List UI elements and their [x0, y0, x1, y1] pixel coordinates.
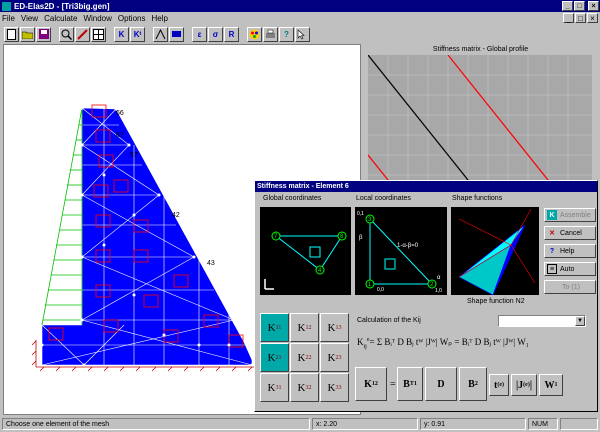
status-bar: Choose one element of the mesh x: 2.20 y… — [0, 416, 600, 432]
origin-label: 0,0 — [377, 287, 384, 293]
mdi-maximize-button[interactable]: □ — [575, 13, 586, 23]
k31-cell[interactable]: K 31 — [260, 373, 289, 402]
global-coords-panel: 7 8 4 — [260, 207, 351, 295]
global-profile-title: Stiffness matrix - Global profile — [432, 46, 529, 53]
shape-functions-label: Shape functions — [452, 195, 503, 202]
k21-cell[interactable]: K 21 — [260, 343, 289, 372]
k11-cell[interactable]: K 11 — [260, 313, 289, 342]
pen-icon[interactable] — [75, 26, 90, 42]
shape-function-caption: Shape function N2 — [467, 298, 525, 305]
k22-cell[interactable]: K 22 — [290, 343, 319, 372]
help-icon: ? — [549, 247, 555, 255]
node-label: 42 — [172, 212, 180, 219]
dialog-title: Stiffness matrix - Element 6 — [257, 183, 349, 190]
node-label: 43 — [207, 260, 215, 267]
menu-window[interactable]: Window — [83, 14, 111, 23]
node-label: 67 — [116, 132, 124, 139]
kij-calc-label: Calculation of the Kij — [357, 317, 421, 324]
dialog-title-bar: Stiffness matrix - Element 6 — [255, 181, 597, 192]
kij-formula: Kije= Σ Bᵢᵀ D Bⱼ tᵂ |Jᵂ| Wₚ = Bᵢᵀ D Bⱼ t… — [357, 337, 529, 350]
zoom-icon[interactable] — [59, 26, 74, 42]
k12-matrix-button[interactable]: K 12 — [355, 367, 387, 401]
maximize-button[interactable]: □ — [574, 1, 585, 11]
menu-help[interactable]: Help — [151, 14, 167, 23]
support-icon[interactable] — [169, 26, 184, 42]
help-button-dialog[interactable]: ? Help — [544, 244, 596, 258]
node-label: 57 — [130, 152, 138, 159]
menu-bar: File View Calculate Window Options Help … — [0, 12, 600, 24]
k23-cell[interactable]: K 23 — [320, 343, 349, 372]
menu-options[interactable]: Options — [118, 14, 146, 23]
cancel-icon: ✕ — [549, 230, 555, 237]
save-icon[interactable] — [36, 26, 51, 42]
status-blank — [560, 418, 598, 430]
status-y: y: 0.91 — [420, 418, 526, 430]
to-one-button[interactable]: To (1) — [544, 280, 596, 294]
status-x: x: 2.20 — [312, 418, 418, 430]
k12-cell[interactable]: K 12 — [290, 313, 319, 342]
jacobian-button[interactable]: | J (e) | — [511, 374, 537, 396]
epsilon-button[interactable]: ε — [192, 26, 207, 42]
new-file-icon[interactable] — [4, 26, 19, 42]
grid-icon[interactable] — [91, 26, 106, 42]
chevron-down-icon[interactable]: ▼ — [575, 316, 585, 326]
r-button[interactable]: R — [224, 26, 239, 42]
weight-button[interactable]: W1 — [539, 374, 563, 396]
assemble-icon: K — [547, 210, 557, 220]
mdi-minimize-button[interactable]: _ — [563, 13, 574, 23]
menu-view[interactable]: View — [21, 14, 38, 23]
node-label: 66 — [116, 110, 124, 117]
sigma-button[interactable]: σ — [208, 26, 223, 42]
global-coords-label: Global coordinates — [263, 195, 322, 202]
minimize-button[interactable]: _ — [562, 1, 573, 11]
app-icon — [2, 1, 11, 11]
local-equation: 1-α-β=0 — [397, 243, 419, 249]
axes-icon — [264, 279, 274, 290]
hydrostatic-load — [41, 107, 83, 326]
mdi-close-button[interactable]: × — [587, 13, 598, 23]
k13-cell[interactable]: K 13 — [320, 313, 349, 342]
auto-icon: ≡ — [547, 264, 557, 274]
menu-file[interactable]: File — [2, 14, 15, 23]
local-coords-panel: 3 1 2 1-α-β=0 0,0 1,0 0,1 α β — [355, 207, 447, 295]
b1t-matrix-button[interactable]: BT1 — [397, 367, 423, 401]
toolbar: K Kᵗ ε σ R ? — [0, 24, 600, 44]
window-title: ED-Elas2D - [Tri3big.gen] — [14, 1, 110, 11]
help-button[interactable]: ? — [279, 26, 294, 42]
context-help-icon[interactable] — [295, 26, 310, 42]
open-folder-icon[interactable] — [20, 26, 35, 42]
local-coords-label: Local coordinates — [356, 195, 411, 202]
color-palette-icon[interactable] — [247, 26, 262, 42]
print-icon[interactable] — [263, 26, 278, 42]
auto-button[interactable]: ≡ Auto — [544, 262, 596, 276]
beta-label: β — [359, 235, 363, 241]
thickness-button[interactable]: t (e) — [489, 374, 509, 396]
x-axis-label: 1,0 — [435, 288, 442, 294]
d-matrix-button[interactable]: D — [425, 367, 457, 401]
title-bar: ED-Elas2D - [Tri3big.gen] _ □ × — [0, 0, 600, 12]
equals-sign: = — [390, 379, 396, 390]
alpha-label: α — [437, 275, 441, 281]
k33-cell[interactable]: K 33 — [320, 373, 349, 402]
menu-calculate[interactable]: Calculate — [44, 14, 77, 23]
b2-matrix-button[interactable]: B2 — [459, 367, 487, 401]
status-hint: Choose one element of the mesh — [2, 418, 310, 430]
kij-grid: K 11 K 12 K 13 K 21 K 22 K 23 K 31 K 32 K 33 — [260, 313, 352, 405]
calc-select[interactable]: ▼ — [498, 315, 586, 327]
cancel-button[interactable]: ✕ Cancel — [544, 226, 596, 240]
k32-cell[interactable]: K 32 — [290, 373, 319, 402]
close-button[interactable]: × — [588, 1, 599, 11]
y-axis-label: 0,1 — [357, 211, 364, 217]
structure-icon[interactable] — [153, 26, 168, 42]
shape-function-panel — [451, 207, 539, 296]
kt-button[interactable]: Kᵗ — [130, 26, 145, 42]
stiffness-dialog: Stiffness matrix - Element 6 Global coor… — [254, 180, 598, 412]
assemble-button[interactable]: K Assemble — [544, 208, 596, 222]
status-num: NUM — [528, 418, 558, 430]
k-button[interactable]: K — [114, 26, 129, 42]
